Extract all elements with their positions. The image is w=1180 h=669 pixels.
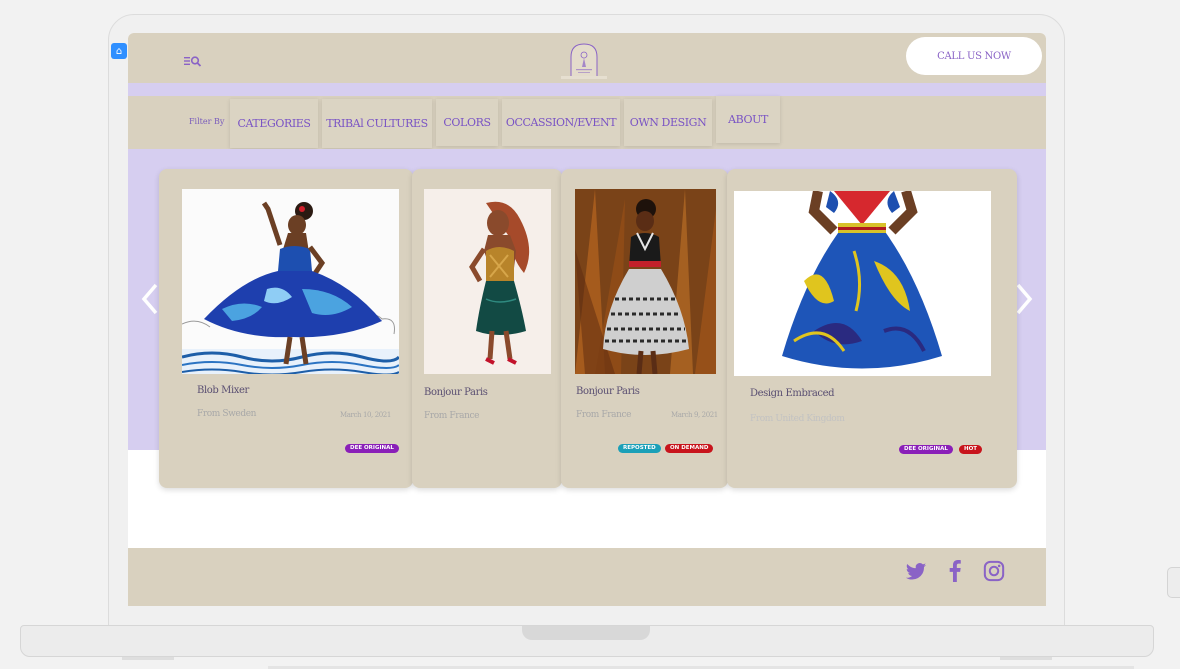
badge-dee-original: DEE ORIGINAL bbox=[345, 444, 399, 453]
product-image[interactable] bbox=[734, 191, 991, 376]
badge-hot: HOT bbox=[959, 445, 983, 454]
site-logo[interactable] bbox=[561, 41, 607, 79]
filter-bar: Filter By CATEGORIES TRIBAl CULTURES COL… bbox=[128, 96, 1046, 149]
product-date: March 9, 2021 bbox=[671, 411, 718, 419]
product-image[interactable] bbox=[424, 189, 551, 374]
laptop-notch bbox=[522, 626, 650, 640]
chevron-right-icon[interactable] bbox=[1014, 282, 1034, 316]
laptop-foot-right bbox=[1000, 657, 1052, 660]
badge-dee-original: DEE ORIGINAL bbox=[899, 445, 953, 454]
product-title[interactable]: Bonjour Paris bbox=[576, 386, 640, 397]
badge-reposted: REPOSTED bbox=[618, 444, 661, 453]
product-title[interactable]: Blob Mixer bbox=[197, 385, 249, 396]
product-origin: From United Kingdom bbox=[750, 414, 845, 424]
product-card[interactable]: Design Embraced From United Kingdom DEE … bbox=[727, 169, 1017, 488]
chevron-left-icon[interactable] bbox=[140, 282, 160, 316]
site-header: CALL US NOW bbox=[128, 33, 1046, 83]
product-origin: From Sweden bbox=[197, 409, 257, 419]
product-card[interactable]: Blob Mixer From Sweden March 10, 2021 DE… bbox=[159, 169, 413, 488]
filter-label: Filter By bbox=[189, 117, 225, 126]
lavender-stripe bbox=[128, 83, 1046, 96]
product-image[interactable] bbox=[575, 189, 716, 374]
tab-occassion-event[interactable]: OCCASSION/EVENT bbox=[502, 99, 620, 146]
tab-own-design[interactable]: OWN DESIGN bbox=[624, 99, 712, 146]
product-title[interactable]: Bonjour Paris bbox=[424, 387, 488, 398]
product-card[interactable]: Bonjour Paris From France bbox=[412, 169, 562, 488]
tab-categories[interactable]: CATEGORIES bbox=[230, 99, 318, 148]
product-origin: From France bbox=[576, 410, 632, 420]
product-origin: From France bbox=[424, 411, 480, 421]
badge-on-demand: ON DEMAND bbox=[665, 444, 714, 453]
product-date: March 10, 2021 bbox=[340, 411, 391, 419]
product-title[interactable]: Design Embraced bbox=[750, 388, 835, 399]
facebook-icon[interactable] bbox=[948, 560, 972, 584]
menu-search-icon[interactable] bbox=[184, 55, 202, 70]
call-us-button[interactable]: CALL US NOW bbox=[906, 37, 1042, 75]
side-tab[interactable] bbox=[1167, 567, 1180, 598]
tab-tribal-cultures[interactable]: TRIBAl CULTURES bbox=[322, 99, 432, 148]
tab-about[interactable]: ABOUT bbox=[716, 96, 780, 143]
instagram-icon[interactable] bbox=[983, 560, 1007, 584]
home-icon[interactable]: ⌂ bbox=[111, 43, 127, 59]
twitter-icon[interactable] bbox=[905, 560, 929, 584]
laptop-foot-left bbox=[122, 657, 174, 660]
product-card[interactable]: Bonjour Paris From France March 9, 2021 … bbox=[561, 169, 728, 488]
tab-colors[interactable]: COLORS bbox=[436, 99, 498, 146]
product-image[interactable] bbox=[182, 189, 399, 374]
